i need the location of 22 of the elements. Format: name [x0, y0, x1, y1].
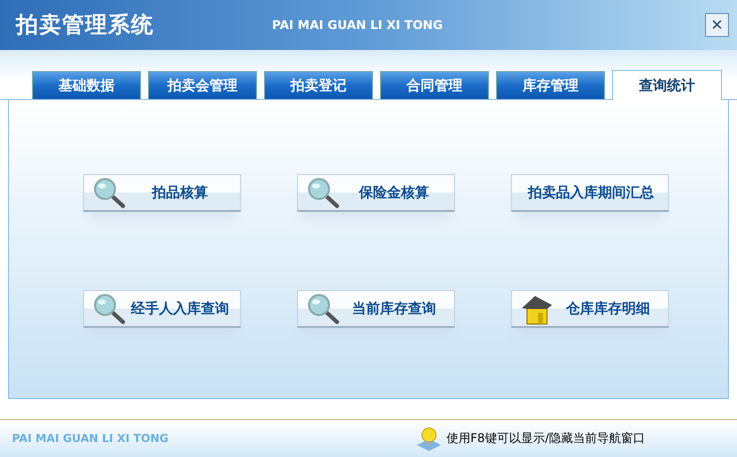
tab[interactable]: 拍卖会管理	[148, 71, 257, 99]
window-subtitle: PAI MAI GUAN LI XI TONG	[272, 18, 444, 32]
query-button[interactable]: 拍品核算	[83, 174, 241, 212]
magnifier-icon	[92, 292, 126, 324]
query-button[interactable]: 经手人入库查询	[83, 290, 241, 328]
lightbulb-icon	[416, 426, 442, 450]
magnifier-icon	[306, 176, 340, 208]
tab[interactable]: 基础数据	[32, 71, 141, 99]
query-button[interactable]: 拍卖品入库期间汇总	[511, 174, 669, 212]
magnifier-icon	[92, 176, 126, 208]
status-hint: 使用F8键可以显示/隐藏当前导航窗口	[446, 430, 645, 447]
tab[interactable]: 库存管理	[496, 71, 605, 99]
tab[interactable]: 合同管理	[380, 71, 489, 99]
query-button[interactable]: 保险金核算	[297, 174, 455, 212]
tab[interactable]: 查询统计	[612, 70, 722, 100]
magnifier-icon	[306, 292, 340, 324]
query-button[interactable]: 仓库库存明细	[511, 290, 669, 328]
close-button[interactable]: ✕	[705, 13, 729, 37]
window-title: 拍卖管理系统	[16, 12, 154, 40]
footer-brand: PAI MAI GUAN LI XI TONG	[12, 432, 170, 445]
query-button[interactable]: 当前库存查询	[297, 290, 455, 328]
tab[interactable]: 拍卖登记	[264, 71, 373, 99]
